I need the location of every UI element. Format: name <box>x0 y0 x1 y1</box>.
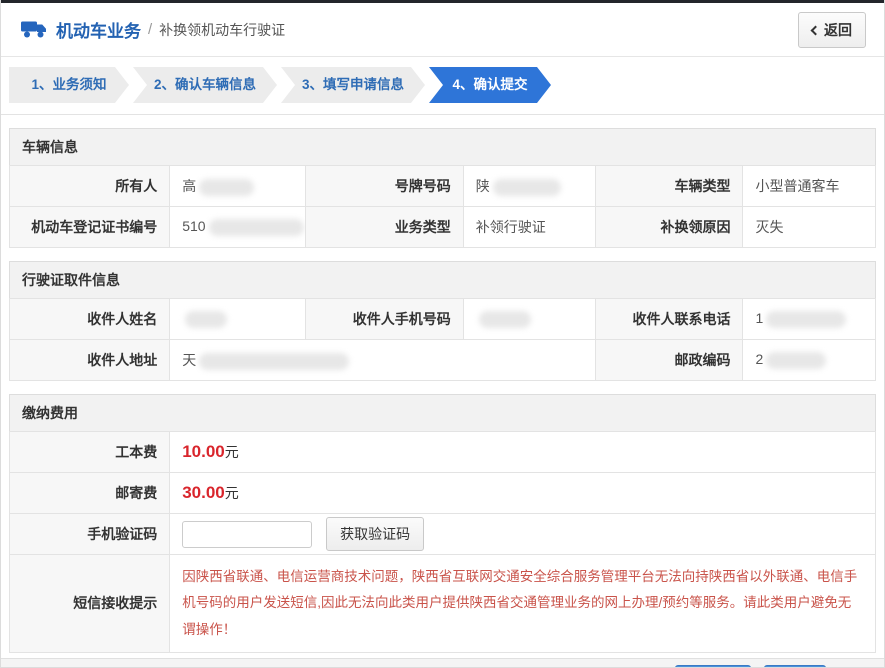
table-row: 机动车登记证书编号 510 业务类型 补领行驶证 补换领原因 灭失 <box>10 207 876 248</box>
owner-label: 所有人 <box>10 166 170 207</box>
postage-fee-amount: 30.00 <box>182 483 225 502</box>
table-row: 邮寄费 30.00元 <box>10 473 876 514</box>
sms-notice-text: 因陕西省联通、电信运营商技术问题，陕西省互联网交通安全综合服务管理平台无法向持陕… <box>182 564 863 643</box>
table-row: 工本费 10.00元 <box>10 432 876 473</box>
recipient-name-value <box>170 299 306 340</box>
back-chevron-icon <box>811 25 821 35</box>
recipient-phone-label: 收件人联系电话 <box>596 299 743 340</box>
reason-value: 灭失 <box>743 207 876 248</box>
redacted-blur <box>766 311 846 328</box>
back-button[interactable]: 返回 <box>798 12 866 48</box>
table-row: 所有人 高 号牌号码 陕 车辆类型 小型普通客车 <box>10 166 876 207</box>
redacted-blur <box>199 353 349 370</box>
sms-code-label: 手机验证码 <box>10 514 170 555</box>
step-3-label: 3、填写申请信息 <box>302 77 404 92</box>
step-1-business-notice[interactable]: 1、业务须知 <box>9 67 129 103</box>
step-nav: 1、业务须知 2、确认车辆信息 3、填写申请信息 4、确认提交 <box>1 57 884 115</box>
back-button-label: 返回 <box>824 20 852 40</box>
table-row: 收件人姓名 收件人手机号码 收件人联系电话 1 <box>10 299 876 340</box>
cost-fee-unit: 元 <box>225 444 239 460</box>
truck-icon <box>21 20 48 39</box>
page-title: 机动车业务 <box>56 17 141 42</box>
page-header: 机动车业务 / 补换领机动车行驶证 返回 <box>1 3 884 57</box>
pickup-info-table: 收件人姓名 收件人手机号码 收件人联系电话 1 收件人地址 天 邮政编码 2 <box>9 298 876 381</box>
vehicle-type-label: 车辆类型 <box>596 166 743 207</box>
sms-code-cell: 获取验证码 <box>170 514 876 555</box>
postage-fee-label: 邮寄费 <box>10 473 170 514</box>
footer-action-bar: 上一步 完成 <box>1 658 884 668</box>
sms-notice-cell: 因陕西省联通、电信运营商技术问题，陕西省互联网交通安全综合服务管理平台无法向持陕… <box>170 555 876 653</box>
recipient-address-value: 天 <box>170 340 596 381</box>
owner-value: 高 <box>170 166 306 207</box>
step-2-confirm-vehicle[interactable]: 2、确认车辆信息 <box>133 67 277 103</box>
cost-fee-label: 工本费 <box>10 432 170 473</box>
cert-number-label: 机动车登记证书编号 <box>10 207 170 248</box>
page: 机动车业务 / 补换领机动车行驶证 返回 1、业务须知 2、确认车辆信息 3、填… <box>0 0 885 668</box>
vehicle-type-value: 小型普通客车 <box>743 166 876 207</box>
recipient-phone-value: 1 <box>743 299 876 340</box>
pickup-section-title: 行驶证取件信息 <box>9 261 876 298</box>
recipient-address-label: 收件人地址 <box>10 340 170 381</box>
sms-code-input[interactable] <box>182 521 312 548</box>
business-type-value: 补领行驶证 <box>463 207 595 248</box>
business-type-label: 业务类型 <box>306 207 464 248</box>
fees-section-title: 缴纳费用 <box>9 394 876 431</box>
vehicle-section-title: 车辆信息 <box>9 128 876 165</box>
step-4-confirm-submit[interactable]: 4、确认提交 <box>429 67 551 103</box>
fees-table: 工本费 10.00元 邮寄费 30.00元 手机验证码 获取验证码 短信接收提示… <box>9 431 876 653</box>
cost-fee-value: 10.00元 <box>170 432 876 473</box>
breadcrumb-divider: / <box>148 21 152 38</box>
vehicle-info-section: 车辆信息 所有人 高 号牌号码 陕 车辆类型 小型普通客车 机动车登记证书编号 … <box>9 128 876 248</box>
plate-label: 号牌号码 <box>306 166 464 207</box>
plate-value: 陕 <box>463 166 595 207</box>
redacted-blur <box>185 311 227 328</box>
vehicle-info-table: 所有人 高 号牌号码 陕 车辆类型 小型普通客车 机动车登记证书编号 510 业… <box>9 165 876 248</box>
postage-fee-unit: 元 <box>225 485 239 501</box>
table-row: 短信接收提示 因陕西省联通、电信运营商技术问题，陕西省互联网交通安全综合服务管理… <box>10 555 876 653</box>
recipient-mobile-value <box>463 299 595 340</box>
postcode-value: 2 <box>743 340 876 381</box>
postcode-label: 邮政编码 <box>596 340 743 381</box>
cost-fee-amount: 10.00 <box>182 442 225 461</box>
recipient-name-label: 收件人姓名 <box>10 299 170 340</box>
step-1-label: 1、业务须知 <box>31 77 106 92</box>
cert-number-value: 510 <box>170 207 306 248</box>
reason-label: 补换领原因 <box>596 207 743 248</box>
step-2-label: 2、确认车辆信息 <box>154 77 256 92</box>
table-row: 手机验证码 获取验证码 <box>10 514 876 555</box>
redacted-blur <box>493 179 561 196</box>
step-3-fill-application[interactable]: 3、填写申请信息 <box>281 67 425 103</box>
get-code-button[interactable]: 获取验证码 <box>326 517 424 551</box>
table-row: 收件人地址 天 邮政编码 2 <box>10 340 876 381</box>
postage-fee-value: 30.00元 <box>170 473 876 514</box>
recipient-mobile-label: 收件人手机号码 <box>306 299 464 340</box>
redacted-blur <box>199 179 254 196</box>
redacted-blur <box>766 352 826 369</box>
redacted-blur <box>479 311 531 328</box>
sms-notice-label: 短信接收提示 <box>10 555 170 653</box>
page-subtitle: 补换领机动车行驶证 <box>159 20 285 40</box>
fees-section: 缴纳费用 工本费 10.00元 邮寄费 30.00元 手机验证码 获取验证码 短… <box>9 394 876 653</box>
redacted-blur <box>209 219 304 236</box>
pickup-info-section: 行驶证取件信息 收件人姓名 收件人手机号码 收件人联系电话 1 收件人地址 天 … <box>9 261 876 381</box>
step-4-label: 4、确认提交 <box>452 77 527 92</box>
